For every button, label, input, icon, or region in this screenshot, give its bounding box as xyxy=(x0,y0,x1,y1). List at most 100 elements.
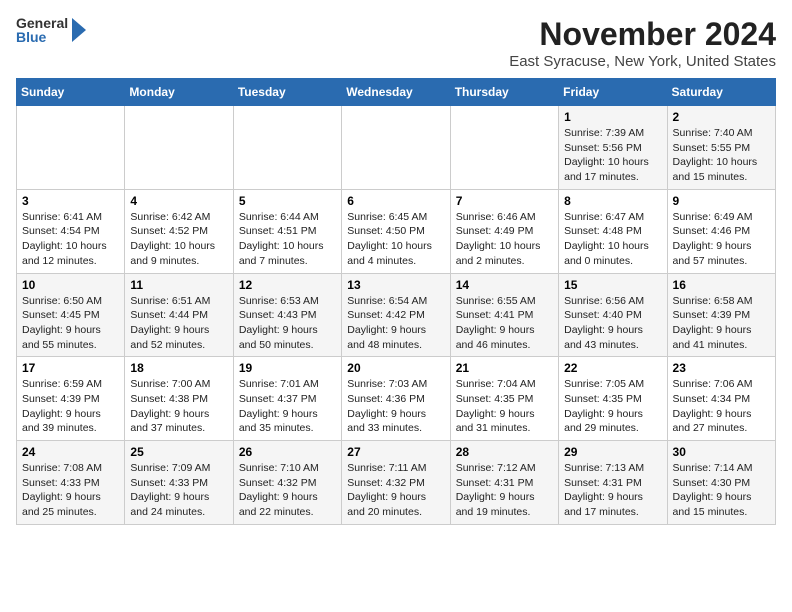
calendar-cell: 4 Sunrise: 6:42 AMSunset: 4:52 PMDaylight… xyxy=(125,189,233,273)
calendar-cell: 21Sunrise: 7:04 AMSunset: 4:35 PMDayligh… xyxy=(450,357,558,441)
day-info: Sunrise: 7:03 AMSunset: 4:36 PMDaylight:… xyxy=(347,377,444,436)
day-number: 7 xyxy=(456,194,553,208)
calendar-cell: 10 Sunrise: 6:50 AMSunset: 4:45 PMDayligh… xyxy=(17,273,125,357)
day-info: Sunrise: 7:13 AMSunset: 4:31 PMDaylight:… xyxy=(564,461,661,520)
calendar-cell: 16 Sunrise: 6:58 AMSunset: 4:39 PMDayligh… xyxy=(667,273,775,357)
day-number: 12 xyxy=(239,278,336,292)
weekday-header: Monday xyxy=(125,79,233,106)
day-number: 24 xyxy=(22,445,119,459)
day-number: 6 xyxy=(347,194,444,208)
calendar-cell: 24 Sunrise: 7:08 AMSunset: 4:33 PMDayligh… xyxy=(17,441,125,525)
day-number: 1 xyxy=(564,110,661,124)
calendar-cell: 9Sunrise: 6:49 AMSunset: 4:46 PMDaylight… xyxy=(667,189,775,273)
day-info: Sunrise: 6:58 AMSunset: 4:39 PMDaylight:… xyxy=(673,294,770,353)
day-number: 4 xyxy=(130,194,227,208)
calendar-cell: 25 Sunrise: 7:09 AMSunset: 4:33 PMDayligh… xyxy=(125,441,233,525)
calendar-cell: 30 Sunrise: 7:14 AMSunset: 4:30 PMDayligh… xyxy=(667,441,775,525)
day-info: Sunrise: 6:50 AMSunset: 4:45 PMDaylight:… xyxy=(22,294,119,353)
day-info: Sunrise: 6:44 AMSunset: 4:51 PMDaylight:… xyxy=(239,210,336,269)
day-info: Sunrise: 7:14 AMSunset: 4:30 PMDaylight:… xyxy=(673,461,770,520)
day-info: Sunrise: 7:05 AMSunset: 4:35 PMDaylight:… xyxy=(564,377,661,436)
calendar-cell xyxy=(17,106,125,190)
logo-arrow-icon xyxy=(70,16,88,44)
day-number: 30 xyxy=(673,445,770,459)
day-number: 20 xyxy=(347,361,444,375)
calendar-cell: 3 Sunrise: 6:41 AMSunset: 4:54 PMDaylight… xyxy=(17,189,125,273)
day-info: Sunrise: 7:04 AMSunset: 4:35 PMDaylight:… xyxy=(456,377,553,436)
calendar-cell: 17 Sunrise: 6:59 AMSunset: 4:39 PMDayligh… xyxy=(17,357,125,441)
day-info: Sunrise: 6:41 AMSunset: 4:54 PMDaylight:… xyxy=(22,210,119,269)
calendar-cell: 19 Sunrise: 7:01 AMSunset: 4:37 PMDayligh… xyxy=(233,357,341,441)
calendar-cell: 1 Sunrise: 7:39 AMSunset: 5:56 PMDaylight… xyxy=(559,106,667,190)
logo: General Blue xyxy=(16,16,88,44)
weekday-header: Sunday xyxy=(17,79,125,106)
day-info: Sunrise: 7:10 AMSunset: 4:32 PMDaylight:… xyxy=(239,461,336,520)
day-number: 15 xyxy=(564,278,661,292)
calendar-cell: 2 Sunrise: 7:40 AMSunset: 5:55 PMDaylight… xyxy=(667,106,775,190)
calendar-cell xyxy=(125,106,233,190)
day-number: 14 xyxy=(456,278,553,292)
day-info: Sunrise: 7:09 AMSunset: 4:33 PMDaylight:… xyxy=(130,461,227,520)
calendar-cell xyxy=(342,106,450,190)
calendar-cell xyxy=(450,106,558,190)
day-number: 17 xyxy=(22,361,119,375)
calendar-cell: 23Sunrise: 7:06 AMSunset: 4:34 PMDayligh… xyxy=(667,357,775,441)
calendar-header-row: SundayMondayTuesdayWednesdayThursdayFrid… xyxy=(17,79,776,106)
day-number: 18 xyxy=(130,361,227,375)
calendar-cell: 6Sunrise: 6:45 AMSunset: 4:50 PMDaylight… xyxy=(342,189,450,273)
day-number: 10 xyxy=(22,278,119,292)
title-area: November 2024 East Syracuse, New York, U… xyxy=(509,16,776,70)
day-info: Sunrise: 6:42 AMSunset: 4:52 PMDaylight:… xyxy=(130,210,227,269)
day-info: Sunrise: 7:01 AMSunset: 4:37 PMDaylight:… xyxy=(239,377,336,436)
day-number: 19 xyxy=(239,361,336,375)
day-number: 28 xyxy=(456,445,553,459)
day-number: 25 xyxy=(130,445,227,459)
logo-line1: General xyxy=(16,16,68,30)
day-number: 3 xyxy=(22,194,119,208)
calendar-week-row: 24 Sunrise: 7:08 AMSunset: 4:33 PMDayligh… xyxy=(17,441,776,525)
calendar-cell: 26 Sunrise: 7:10 AMSunset: 4:32 PMDayligh… xyxy=(233,441,341,525)
calendar-table: SundayMondayTuesdayWednesdayThursdayFrid… xyxy=(16,78,776,525)
day-number: 27 xyxy=(347,445,444,459)
day-info: Sunrise: 6:46 AMSunset: 4:49 PMDaylight:… xyxy=(456,210,553,269)
calendar-cell xyxy=(233,106,341,190)
day-number: 22 xyxy=(564,361,661,375)
weekday-header: Saturday xyxy=(667,79,775,106)
calendar-cell: 13 Sunrise: 6:54 AMSunset: 4:42 PMDayligh… xyxy=(342,273,450,357)
day-info: Sunrise: 6:54 AMSunset: 4:42 PMDaylight:… xyxy=(347,294,444,353)
calendar-cell: 28 Sunrise: 7:12 AMSunset: 4:31 PMDayligh… xyxy=(450,441,558,525)
day-info: Sunrise: 6:49 AMSunset: 4:46 PMDaylight:… xyxy=(673,210,770,269)
calendar-cell: 8Sunrise: 6:47 AMSunset: 4:48 PMDaylight… xyxy=(559,189,667,273)
page-subtitle: East Syracuse, New York, United States xyxy=(509,53,776,70)
calendar-cell: 22 Sunrise: 7:05 AMSunset: 4:35 PMDayligh… xyxy=(559,357,667,441)
day-number: 26 xyxy=(239,445,336,459)
weekday-header: Friday xyxy=(559,79,667,106)
day-number: 2 xyxy=(673,110,770,124)
day-number: 11 xyxy=(130,278,227,292)
calendar-cell: 5 Sunrise: 6:44 AMSunset: 4:51 PMDaylight… xyxy=(233,189,341,273)
day-info: Sunrise: 7:08 AMSunset: 4:33 PMDaylight:… xyxy=(22,461,119,520)
calendar-cell: 7 Sunrise: 6:46 AMSunset: 4:49 PMDaylight… xyxy=(450,189,558,273)
day-info: Sunrise: 7:39 AMSunset: 5:56 PMDaylight:… xyxy=(564,126,661,185)
calendar-cell: 29Sunrise: 7:13 AMSunset: 4:31 PMDayligh… xyxy=(559,441,667,525)
calendar-week-row: 17 Sunrise: 6:59 AMSunset: 4:39 PMDayligh… xyxy=(17,357,776,441)
weekday-header: Wednesday xyxy=(342,79,450,106)
day-info: Sunrise: 6:51 AMSunset: 4:44 PMDaylight:… xyxy=(130,294,227,353)
calendar-week-row: 3 Sunrise: 6:41 AMSunset: 4:54 PMDaylight… xyxy=(17,189,776,273)
day-info: Sunrise: 7:12 AMSunset: 4:31 PMDaylight:… xyxy=(456,461,553,520)
calendar-cell: 27Sunrise: 7:11 AMSunset: 4:32 PMDayligh… xyxy=(342,441,450,525)
day-info: Sunrise: 7:40 AMSunset: 5:55 PMDaylight:… xyxy=(673,126,770,185)
day-number: 16 xyxy=(673,278,770,292)
day-number: 13 xyxy=(347,278,444,292)
header: General Blue November 2024 East Syracuse… xyxy=(16,16,776,70)
calendar-week-row: 10 Sunrise: 6:50 AMSunset: 4:45 PMDayligh… xyxy=(17,273,776,357)
day-number: 5 xyxy=(239,194,336,208)
calendar-cell: 18 Sunrise: 7:00 AMSunset: 4:38 PMDayligh… xyxy=(125,357,233,441)
day-info: Sunrise: 6:53 AMSunset: 4:43 PMDaylight:… xyxy=(239,294,336,353)
weekday-header: Tuesday xyxy=(233,79,341,106)
day-info: Sunrise: 6:59 AMSunset: 4:39 PMDaylight:… xyxy=(22,377,119,436)
page-title: November 2024 xyxy=(509,16,776,53)
weekday-header: Thursday xyxy=(450,79,558,106)
day-info: Sunrise: 7:00 AMSunset: 4:38 PMDaylight:… xyxy=(130,377,227,436)
calendar-cell: 12 Sunrise: 6:53 AMSunset: 4:43 PMDayligh… xyxy=(233,273,341,357)
